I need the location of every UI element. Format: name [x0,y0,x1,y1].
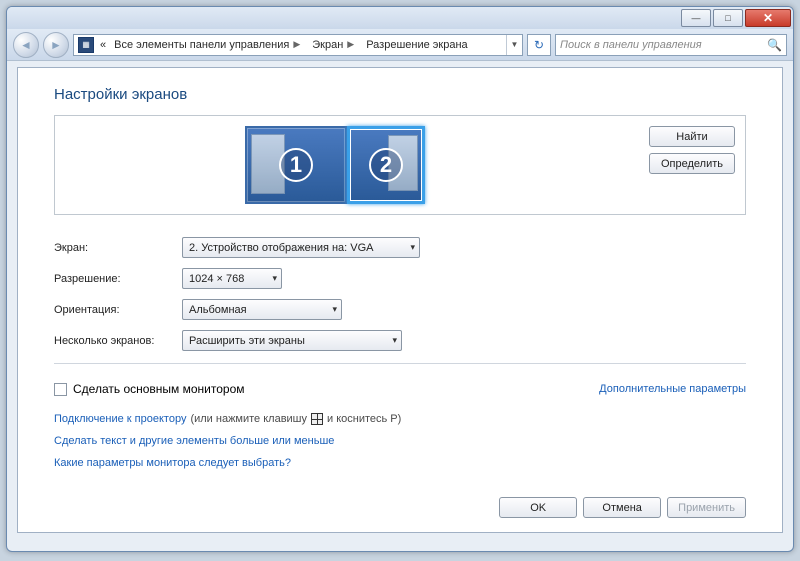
orientation-label: Ориентация: [54,304,182,316]
advanced-settings-link[interactable]: Дополнительные параметры [599,383,746,395]
chevron-right-icon: ▶ [347,39,354,50]
display-select[interactable]: 2. Устройство отображения на: VGA [182,237,420,258]
apply-button[interactable]: Применить [667,497,746,518]
cancel-button[interactable]: Отмена [583,497,661,518]
monitors-preview[interactable]: 1 2 [55,116,615,214]
monitor-2[interactable]: 2 [347,126,425,204]
windows-key-icon [311,413,323,425]
navbar: ◄ ► ▦ « Все элементы панели управления▶ … [7,29,793,61]
addr-prefix: « [98,39,108,51]
breadcrumb-item[interactable]: Разрешение экрана [360,35,473,55]
breadcrumb-item[interactable]: Экран▶ [306,35,360,55]
back-button[interactable]: ◄ [13,32,39,58]
multi-display-label: Несколько экранов: [54,335,182,347]
minimize-icon: — [692,13,701,23]
help-links: Подключение к проектору (или нажмите кла… [54,408,746,474]
titlebar: — □ ✕ [7,7,793,29]
page-title: Настройки экранов [54,86,746,103]
breadcrumb-item[interactable]: Все элементы панели управления▶ [108,35,306,55]
orientation-select[interactable]: Альбомная [182,299,342,320]
forward-button[interactable]: ► [43,32,69,58]
control-panel-icon: ▦ [78,37,94,53]
which-settings-link[interactable]: Какие параметры монитора следует выбрать… [54,452,291,474]
search-input[interactable]: Поиск в панели управления 🔍 [555,34,787,56]
maximize-button[interactable]: □ [713,9,743,27]
refresh-button[interactable]: ↻ [527,34,551,56]
back-icon: ◄ [20,38,32,52]
window-frame: — □ ✕ ◄ ► ▦ « Все элементы панели управл… [6,6,794,552]
close-icon: ✕ [763,11,773,25]
forward-icon: ► [50,38,62,52]
primary-monitor-row: Сделать основным монитором Дополнительны… [54,382,746,396]
minimize-button[interactable]: — [681,9,711,27]
display-label: Экран: [54,242,182,254]
chevron-right-icon: ▶ [293,39,300,50]
monitor-1[interactable]: 1 [245,126,347,204]
search-placeholder: Поиск в панели управления [560,39,702,51]
projector-hint-2: и коснитесь P) [327,408,401,430]
content-area: Настройки экранов 1 2 Найти Определить Э… [17,67,783,533]
monitor-number: 1 [279,148,313,182]
identify-button[interactable]: Определить [649,153,735,174]
display-preview-panel: 1 2 Найти Определить [54,115,746,215]
search-icon: 🔍 [767,38,782,52]
projector-hint-1: (или нажмите клавишу [190,408,307,430]
maximize-icon: □ [725,13,730,23]
text-size-link[interactable]: Сделать текст и другие элементы больше и… [54,430,334,452]
preview-buttons: Найти Определить [615,116,745,214]
ok-button[interactable]: OK [499,497,577,518]
close-button[interactable]: ✕ [745,9,791,27]
resolution-select[interactable]: 1024 × 768 [182,268,282,289]
primary-monitor-label: Сделать основным монитором [73,382,245,396]
monitor-number: 2 [369,148,403,182]
address-dropdown[interactable]: ▼ [506,35,522,55]
settings-form: Экран: 2. Устройство отображения на: VGA… [54,237,746,351]
resolution-label: Разрешение: [54,273,182,285]
divider [54,363,746,364]
primary-monitor-checkbox[interactable] [54,383,67,396]
multi-display-select[interactable]: Расширить эти экраны [182,330,402,351]
refresh-icon: ↻ [534,38,544,52]
dialog-buttons: OK Отмена Применить [499,497,746,518]
address-bar[interactable]: ▦ « Все элементы панели управления▶ Экра… [73,34,523,56]
projector-link[interactable]: Подключение к проектору [54,408,186,430]
find-button[interactable]: Найти [649,126,735,147]
